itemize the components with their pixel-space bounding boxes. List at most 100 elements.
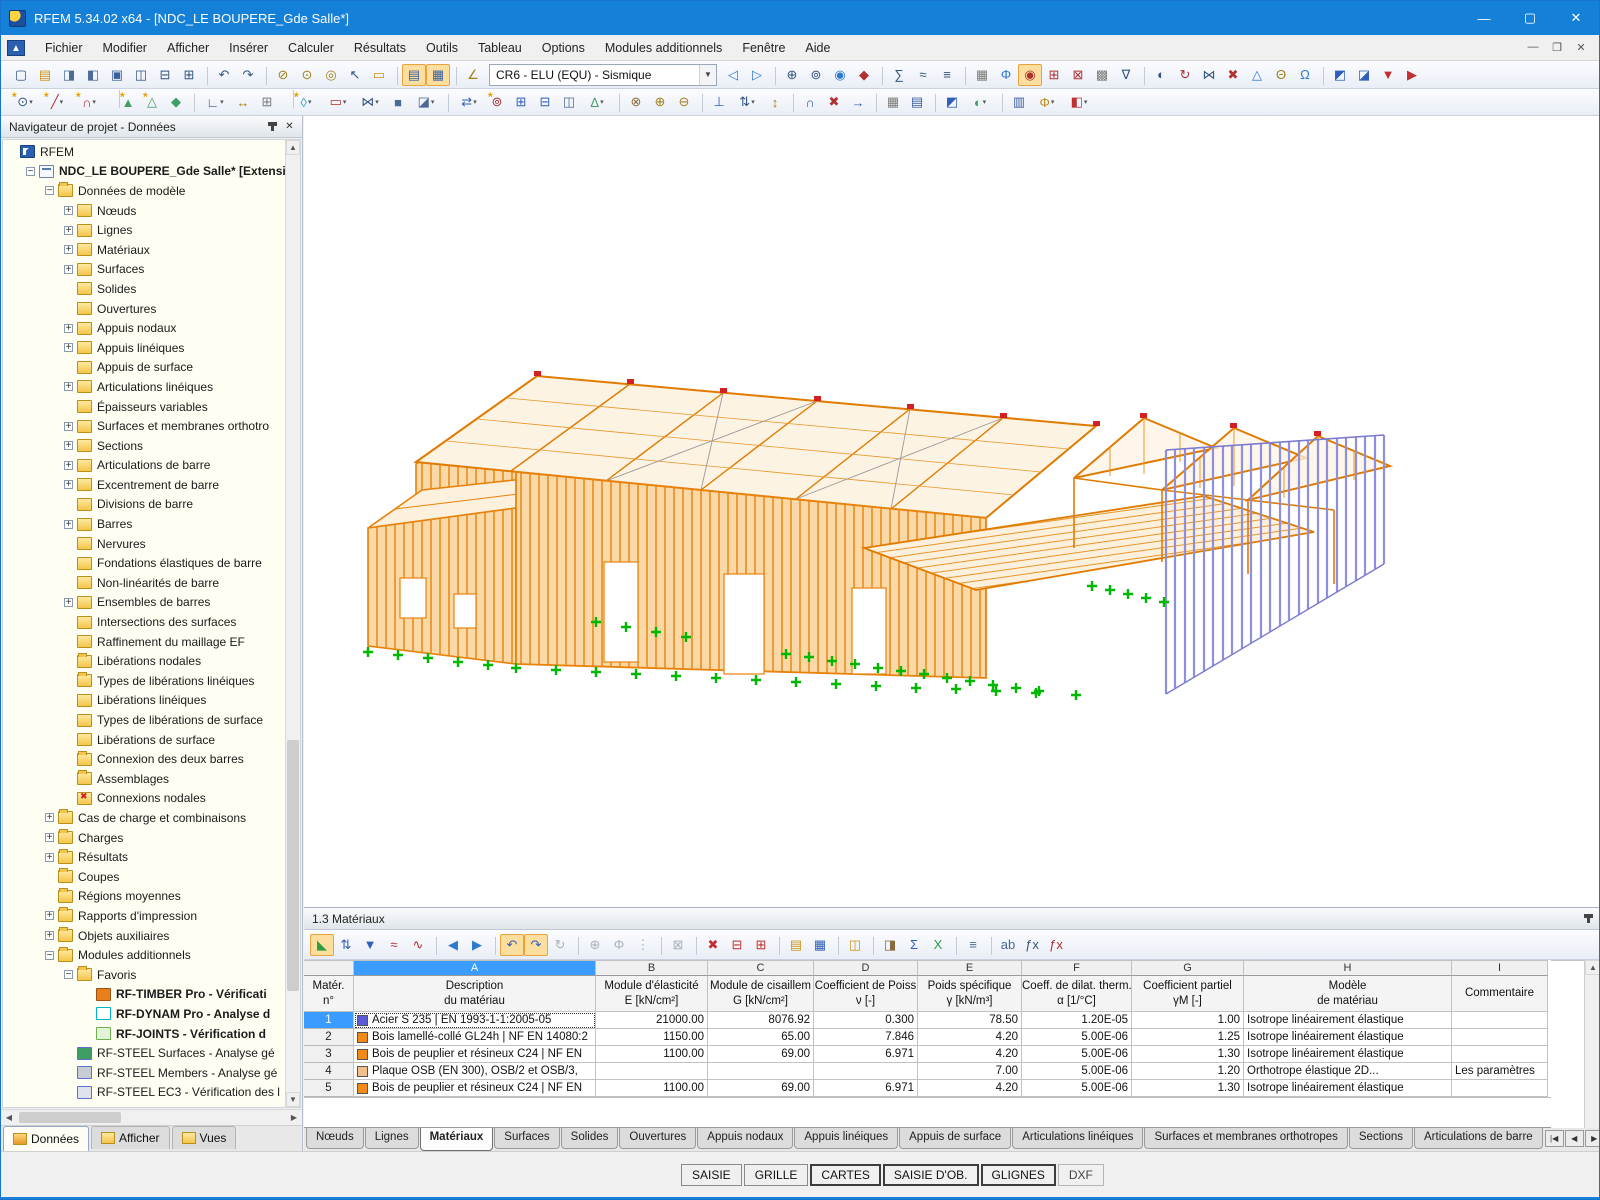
insert-special[interactable]: Φ bbox=[607, 934, 631, 956]
menu-item[interactable]: Afficher bbox=[157, 37, 219, 59]
material-model-cell[interactable]: Isotrope linéairement élastique bbox=[1244, 1080, 1452, 1097]
table-view-blue[interactable]: ▦ bbox=[808, 934, 832, 956]
new-arc[interactable]: ∩ bbox=[73, 91, 105, 113]
child-close-button[interactable]: ✕ bbox=[1569, 41, 1593, 54]
filter-objects[interactable]: ∇ bbox=[1114, 64, 1138, 86]
shear-modulus-cell[interactable]: 69.00 bbox=[708, 1046, 814, 1063]
description-cell[interactable]: Acier S 235 | EN 1993-1-1:2005-05 bbox=[354, 1012, 596, 1029]
comment-cell[interactable]: Les paramètres bbox=[1452, 1063, 1548, 1080]
export-excel[interactable]: Χ bbox=[926, 934, 950, 956]
expander-icon[interactable] bbox=[26, 167, 35, 176]
expander-icon[interactable] bbox=[64, 343, 73, 352]
tree-item[interactable]: RF-JOINTS - Vérification d bbox=[3, 1024, 300, 1044]
format-painter[interactable]: Φ bbox=[1031, 91, 1063, 113]
expander-icon[interactable] bbox=[64, 598, 73, 607]
more-options[interactable]: ⋮ bbox=[631, 934, 655, 956]
specific-weight-cell[interactable]: 7.00 bbox=[918, 1063, 1022, 1080]
new-line[interactable]: ╱ bbox=[41, 91, 73, 113]
print-view-2[interactable]: ▶ bbox=[1400, 64, 1424, 86]
tree-item[interactable]: Rapports d'impression bbox=[3, 906, 300, 926]
tree-item[interactable]: Résultats bbox=[3, 847, 300, 867]
mesh-quality[interactable]: ▩ bbox=[1090, 64, 1114, 86]
zoom-object[interactable]: ⊙ bbox=[295, 64, 319, 86]
scroll-up-icon[interactable]: ▲ bbox=[1585, 960, 1600, 975]
table-edit-mode[interactable]: ◣ bbox=[310, 934, 334, 956]
tree-item[interactable]: Appuis linéiques bbox=[3, 338, 300, 358]
scroll-left-icon[interactable]: ◀ bbox=[1, 1110, 17, 1125]
column-left[interactable]: ◀ bbox=[441, 934, 465, 956]
expander-icon[interactable] bbox=[64, 520, 73, 529]
thermal-coefficient-cell[interactable]: 5.00E-06 bbox=[1022, 1029, 1132, 1046]
new-solid[interactable]: ■ bbox=[386, 91, 410, 113]
next-load-case[interactable]: ▷ bbox=[745, 64, 769, 86]
shear-modulus-cell[interactable]: 69.00 bbox=[708, 1080, 814, 1097]
material-model-cell[interactable]: Isotrope linéairement élastique bbox=[1244, 1046, 1452, 1063]
tree-item[interactable]: Lignes bbox=[3, 220, 300, 240]
units-table[interactable]: Σ bbox=[902, 934, 926, 956]
tree-item[interactable]: Nœuds bbox=[3, 201, 300, 221]
tree-item[interactable]: Solides bbox=[3, 279, 300, 299]
tree-item[interactable]: Favoris bbox=[3, 965, 300, 985]
pointer-mode[interactable]: ↖ bbox=[343, 64, 367, 86]
tree-item[interactable]: Épaisseurs variables bbox=[3, 397, 300, 417]
row-number[interactable]: 5 bbox=[304, 1080, 354, 1097]
status-toggle[interactable]: GRILLE bbox=[744, 1164, 809, 1186]
navigator-tab[interactable]: Vues bbox=[172, 1126, 237, 1149]
partial-factor-cell[interactable]: 1.30 bbox=[1132, 1080, 1244, 1097]
tree-item[interactable]: Fondations élastiques de barre bbox=[3, 553, 300, 573]
poisson-cell[interactable]: 7.846 bbox=[814, 1029, 918, 1046]
new-hinge[interactable]: △ bbox=[140, 91, 164, 113]
measure-distance[interactable]: ↕ bbox=[763, 91, 787, 113]
print-preview[interactable]: ⊞ bbox=[177, 64, 201, 86]
material-model-cell[interactable]: Isotrope linéairement élastique bbox=[1244, 1012, 1452, 1029]
edit-members[interactable]: ⊥ bbox=[707, 91, 731, 113]
tree-item[interactable]: RF-STEEL Members - Analyse gé bbox=[3, 1063, 300, 1083]
tree-item[interactable]: Appuis de surface bbox=[3, 358, 300, 378]
partial-factor-cell[interactable]: 1.30 bbox=[1132, 1046, 1244, 1063]
table-tab[interactable]: Sections bbox=[1349, 1128, 1413, 1149]
project-node[interactable]: ⊚ bbox=[485, 91, 509, 113]
elastic-modulus-cell[interactable] bbox=[596, 1063, 708, 1080]
shear-modulus-cell[interactable] bbox=[708, 1063, 814, 1080]
undo[interactable]: ↶ bbox=[212, 64, 236, 86]
table-tab[interactable]: Appuis nodaux bbox=[697, 1128, 793, 1149]
table-sort[interactable]: ⇅ bbox=[334, 934, 358, 956]
tree-item[interactable]: Non-linéarités de barre bbox=[3, 573, 300, 593]
poisson-cell[interactable] bbox=[814, 1063, 918, 1080]
status-toggle[interactable]: SAISIE bbox=[681, 1164, 742, 1186]
status-toggle[interactable]: SAISIE D'OB. bbox=[883, 1164, 979, 1186]
menu-item[interactable]: Modules additionnels bbox=[595, 37, 732, 59]
mesh-generate[interactable]: ▦ bbox=[970, 64, 994, 86]
material-model-cell[interactable]: Orthotrope élastique 2D... bbox=[1244, 1063, 1452, 1080]
pin-icon[interactable] bbox=[264, 119, 281, 135]
color-scale[interactable]: ◧ bbox=[1063, 91, 1095, 113]
tree-item[interactable]: RF-STEEL Surfaces - Analyse gé bbox=[3, 1043, 300, 1063]
edit-dimension[interactable]: ↔ bbox=[231, 91, 255, 113]
model-3d-viewport[interactable] bbox=[304, 116, 1600, 907]
tree-item[interactable]: Appuis nodaux bbox=[3, 318, 300, 338]
comment-cell[interactable] bbox=[1452, 1046, 1548, 1063]
specific-weight-cell[interactable]: 78.50 bbox=[918, 1012, 1022, 1029]
tree-item[interactable]: Divisions de barre bbox=[3, 495, 300, 515]
column-letter[interactable]: I bbox=[1452, 960, 1548, 976]
export-model[interactable]: ◧ bbox=[81, 64, 105, 86]
menu-item[interactable]: Insérer bbox=[219, 37, 278, 59]
copy-to-clipboard[interactable]: ◫ bbox=[129, 64, 153, 86]
status-toggle[interactable]: DXF bbox=[1058, 1164, 1104, 1186]
table-tab[interactable]: Articulations de barre bbox=[1414, 1128, 1543, 1149]
mesh-points[interactable]: ⊠ bbox=[1066, 64, 1090, 86]
status-toggle[interactable]: CARTES bbox=[810, 1164, 880, 1186]
close-button[interactable]: ✕ bbox=[1553, 1, 1599, 35]
poisson-cell[interactable]: 0.300 bbox=[814, 1012, 918, 1029]
tree-item[interactable]: Matériaux bbox=[3, 240, 300, 260]
maximize-button[interactable]: ▢ bbox=[1507, 1, 1553, 35]
center-object[interactable]: ◎ bbox=[319, 64, 343, 86]
zoom-out[interactable]: ⊖ bbox=[672, 91, 696, 113]
specific-weight-cell[interactable]: 4.20 bbox=[918, 1046, 1022, 1063]
node-numbering[interactable]: ◉ bbox=[1018, 64, 1042, 86]
column-letter[interactable]: E bbox=[918, 960, 1022, 976]
menu-item[interactable]: Fichier bbox=[35, 37, 93, 59]
new-node[interactable]: ⊙ bbox=[9, 91, 41, 113]
rename-cells[interactable]: ab bbox=[996, 934, 1020, 956]
table-export-down[interactable]: ▼ bbox=[358, 934, 382, 956]
